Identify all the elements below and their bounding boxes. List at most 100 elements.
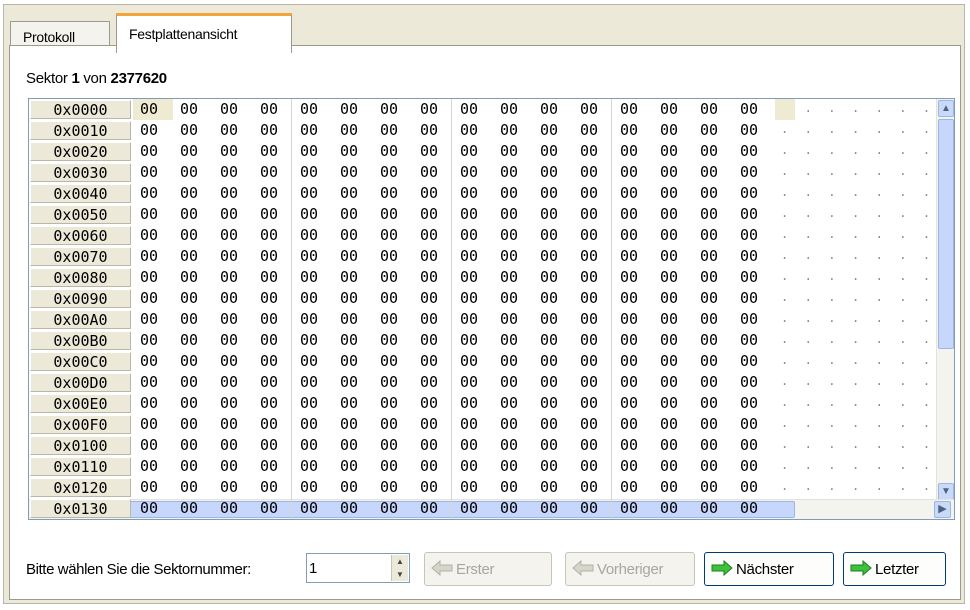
hex-byte[interactable]: 00	[213, 330, 253, 351]
hex-byte[interactable]: 00	[413, 267, 453, 288]
hex-byte[interactable]: 00	[493, 204, 533, 225]
hex-byte[interactable]: 00	[453, 330, 493, 351]
hex-byte[interactable]: 00	[453, 372, 493, 393]
hex-byte[interactable]: 00	[173, 288, 213, 309]
sector-number-input[interactable]	[309, 557, 389, 579]
hex-byte[interactable]: 00	[333, 204, 373, 225]
hex-byte[interactable]: 00	[133, 477, 173, 498]
hex-byte[interactable]: 00	[173, 351, 213, 372]
last-button[interactable]: Letzter	[843, 552, 946, 586]
hex-byte[interactable]: 00	[133, 246, 173, 267]
scroll-down-icon[interactable]: ▼	[938, 483, 954, 500]
hex-byte[interactable]: 00	[413, 246, 453, 267]
hex-byte[interactable]: 00	[213, 141, 253, 162]
hex-byte[interactable]: 00	[253, 330, 293, 351]
hex-byte[interactable]: 00	[693, 456, 733, 477]
hex-byte[interactable]: 00	[413, 477, 453, 498]
hex-byte[interactable]: 00	[733, 435, 773, 456]
hex-byte[interactable]: 00	[653, 141, 693, 162]
hex-byte[interactable]: 00	[613, 372, 653, 393]
hex-byte[interactable]: 00	[133, 267, 173, 288]
hex-byte[interactable]: 00	[493, 477, 533, 498]
hex-byte[interactable]: 00	[213, 498, 253, 519]
hex-byte[interactable]: 00	[173, 435, 213, 456]
hex-byte[interactable]: 00	[573, 267, 613, 288]
hex-byte[interactable]: 00	[133, 330, 173, 351]
hex-byte[interactable]: 00	[493, 225, 533, 246]
hex-byte[interactable]: 00	[693, 99, 733, 120]
hex-byte[interactable]: 00	[453, 183, 493, 204]
hex-byte[interactable]: 00	[373, 183, 413, 204]
hex-byte[interactable]: 00	[733, 351, 773, 372]
hex-byte[interactable]: 00	[573, 141, 613, 162]
hex-byte[interactable]: 00	[653, 309, 693, 330]
sector-number-stepper[interactable]: ▲▼	[306, 553, 410, 583]
hex-byte[interactable]: 00	[453, 225, 493, 246]
hex-byte[interactable]: 00	[413, 183, 453, 204]
hex-byte[interactable]: 00	[693, 225, 733, 246]
hex-byte[interactable]: 00	[293, 246, 333, 267]
hex-byte[interactable]: 00	[173, 309, 213, 330]
hex-byte[interactable]: 00	[373, 351, 413, 372]
hex-byte[interactable]: 00	[133, 183, 173, 204]
hex-byte[interactable]: 00	[733, 141, 773, 162]
hex-byte[interactable]: 00	[573, 225, 613, 246]
hex-byte[interactable]: 00	[173, 183, 213, 204]
hex-byte[interactable]: 00	[133, 435, 173, 456]
hex-byte[interactable]: 00	[253, 267, 293, 288]
hex-byte[interactable]: 00	[733, 120, 773, 141]
hex-byte[interactable]: 00	[293, 141, 333, 162]
hex-byte[interactable]: 00	[213, 267, 253, 288]
hex-byte[interactable]: 00	[573, 393, 613, 414]
hex-byte[interactable]: 00	[613, 162, 653, 183]
hex-byte[interactable]: 00	[533, 141, 573, 162]
hex-byte[interactable]: 00	[693, 162, 733, 183]
hex-byte[interactable]: 00	[293, 372, 333, 393]
hex-byte[interactable]: 00	[733, 225, 773, 246]
hex-byte[interactable]: 00	[453, 162, 493, 183]
hex-byte[interactable]: 00	[253, 414, 293, 435]
hex-byte[interactable]: 00	[133, 456, 173, 477]
hex-byte[interactable]: 00	[733, 246, 773, 267]
scroll-right-icon[interactable]: ▶	[934, 501, 951, 518]
hex-byte[interactable]: 00	[253, 498, 293, 519]
hex-byte[interactable]: 00	[613, 288, 653, 309]
hex-byte[interactable]: 00	[133, 162, 173, 183]
hex-byte[interactable]: 00	[413, 204, 453, 225]
hex-byte[interactable]: 00	[693, 351, 733, 372]
hex-byte[interactable]: 00	[373, 162, 413, 183]
hex-byte[interactable]: 00	[333, 456, 373, 477]
hex-byte[interactable]: 00	[453, 498, 493, 519]
hex-byte[interactable]: 00	[413, 435, 453, 456]
hex-byte[interactable]: 00	[413, 372, 453, 393]
hex-byte[interactable]: 00	[573, 330, 613, 351]
hex-byte[interactable]: 00	[453, 456, 493, 477]
hex-byte[interactable]: 00	[253, 162, 293, 183]
hex-byte[interactable]: 00	[493, 372, 533, 393]
hex-byte[interactable]: 00	[373, 99, 413, 120]
hex-byte[interactable]: 00	[493, 393, 533, 414]
hex-byte[interactable]: 00	[613, 309, 653, 330]
hex-byte[interactable]: 00	[333, 477, 373, 498]
hex-byte[interactable]: 00	[573, 246, 613, 267]
hex-byte[interactable]: 00	[533, 330, 573, 351]
hex-byte[interactable]: 00	[653, 372, 693, 393]
hex-byte[interactable]: 00	[213, 414, 253, 435]
hex-byte[interactable]: 00	[613, 99, 653, 120]
hex-byte[interactable]: 00	[493, 330, 533, 351]
hex-byte[interactable]: 00	[613, 183, 653, 204]
hex-byte[interactable]: 00	[653, 162, 693, 183]
hex-byte[interactable]: 00	[533, 225, 573, 246]
hex-byte[interactable]: 00	[213, 351, 253, 372]
hex-byte[interactable]: 00	[373, 498, 413, 519]
hex-byte[interactable]: 00	[533, 246, 573, 267]
hex-byte[interactable]: 00	[253, 456, 293, 477]
hex-byte[interactable]: 00	[453, 246, 493, 267]
hex-byte[interactable]: 00	[213, 372, 253, 393]
hex-byte[interactable]: 00	[493, 267, 533, 288]
hex-byte[interactable]: 00	[333, 141, 373, 162]
hex-byte[interactable]: 00	[613, 246, 653, 267]
hex-byte[interactable]: 00	[533, 351, 573, 372]
hex-byte[interactable]: 00	[533, 414, 573, 435]
hex-byte[interactable]: 00	[533, 393, 573, 414]
